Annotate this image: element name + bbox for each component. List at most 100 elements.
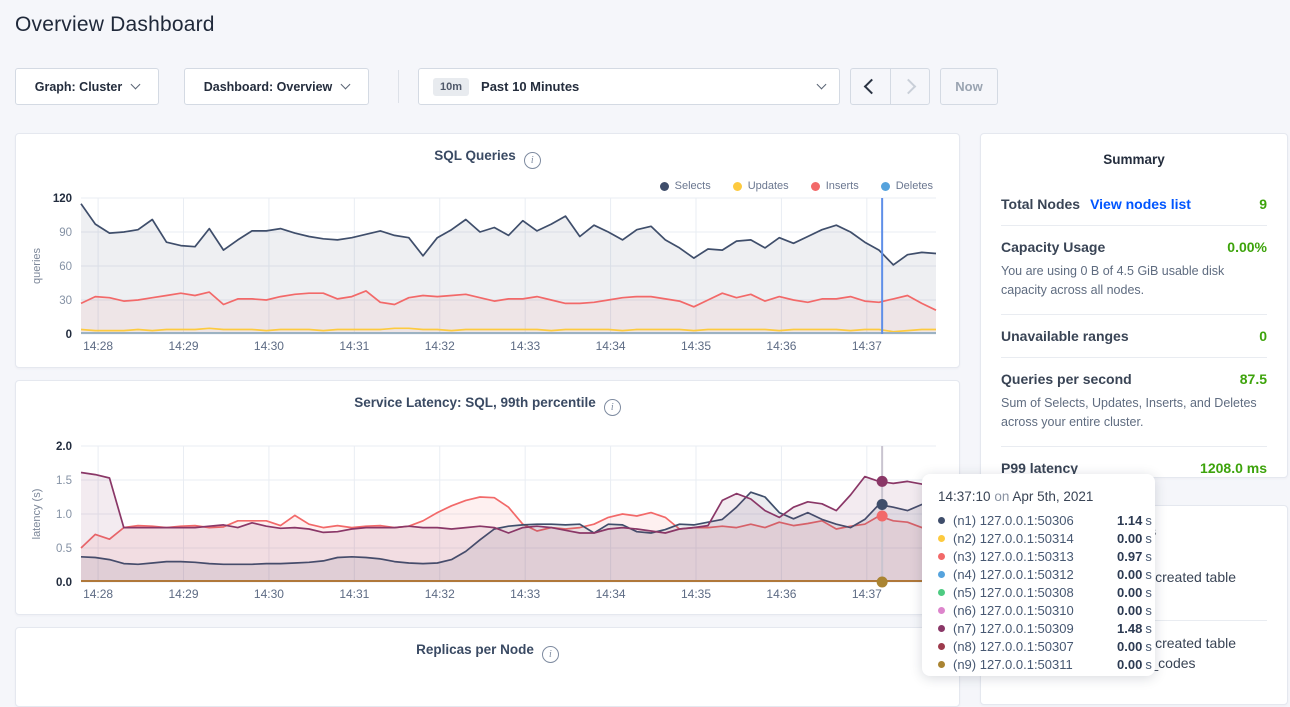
next-time-button[interactable] (890, 69, 930, 104)
node-dot (938, 553, 945, 560)
node-value-unit: s (1145, 567, 1152, 582)
svg-text:14:35: 14:35 (681, 587, 711, 601)
time-range-badge: 10m (433, 78, 469, 96)
tooltip-row: (n6) 127.0.0.1:503100.00s (938, 601, 1155, 619)
chevron-right-icon (900, 79, 916, 95)
node-label: (n5) 127.0.0.1:50308 (953, 585, 1113, 600)
tooltip-header: 14:37:10 on Apr 5th, 2021 (938, 489, 1155, 504)
summary-value: 9 (1259, 196, 1267, 212)
info-icon[interactable]: i (542, 646, 559, 663)
hover-tooltip: 14:37:10 on Apr 5th, 2021 (n1) 127.0.0.1… (922, 474, 1155, 676)
node-value-unit: s (1145, 531, 1152, 546)
summary-row: Queries per second 87.5 Sum of Selects, Up… (1001, 358, 1267, 447)
node-value: 1.14 (1117, 513, 1142, 528)
svg-text:14:33: 14:33 (510, 339, 540, 353)
chevron-down-icon (817, 80, 827, 90)
summary-desc: You are using 0 B of 4.5 GiB usable disk… (1001, 262, 1267, 301)
summary-card: Summary Total Nodes View nodes list 9 Capac… (980, 133, 1288, 478)
node-value-unit: s (1145, 639, 1152, 654)
dashboard-dropdown[interactable]: Dashboard: Overview (184, 68, 369, 105)
tooltip-row: (n1) 127.0.0.1:503061.14s (938, 511, 1155, 529)
node-value: 1.48 (1117, 621, 1142, 636)
summary-row: Capacity Usage 0.00% You are using 0 B of … (1001, 226, 1267, 315)
node-dot (938, 607, 945, 614)
node-dot (938, 589, 945, 596)
node-label: (n4) 127.0.0.1:50312 (953, 567, 1113, 582)
summary-label: Total Nodes (1001, 196, 1080, 212)
view-nodes-link[interactable]: View nodes list (1090, 196, 1191, 212)
node-label: (n1) 127.0.0.1:50306 (953, 513, 1113, 528)
tooltip-row: (n8) 127.0.0.1:503070.00s (938, 637, 1155, 655)
node-label: (n3) 127.0.0.1:50313 (953, 549, 1113, 564)
sql-queries-card: SQL Queriesi SelectsUpdatesInsertsDelete… (15, 133, 960, 368)
tooltip-rows: (n1) 127.0.0.1:503061.14s(n2) 127.0.0.1:… (938, 511, 1155, 673)
time-range-selector[interactable]: 10m Past 10 Minutes (418, 68, 840, 105)
node-label: (n6) 127.0.0.1:50310 (953, 603, 1113, 618)
node-value: 0.00 (1117, 567, 1142, 582)
node-value: 0.00 (1117, 585, 1142, 600)
svg-text:90: 90 (59, 227, 72, 239)
svg-text:14:28: 14:28 (83, 339, 113, 353)
chevron-left-icon (864, 79, 880, 95)
svg-text:14:34: 14:34 (596, 339, 626, 353)
tooltip-row: (n4) 127.0.0.1:50312 0.00s (938, 565, 1155, 583)
svg-text:1.0: 1.0 (56, 509, 72, 521)
chevron-down-icon (131, 80, 141, 90)
node-value-unit: s (1145, 549, 1152, 564)
node-dot (938, 625, 945, 632)
node-dot (938, 643, 945, 650)
svg-text:0.0: 0.0 (56, 577, 72, 589)
dashboard-dropdown-label: Dashboard: Overview (204, 80, 333, 94)
summary-value: 1208.0 ms (1200, 460, 1267, 476)
summary-value: 87.5 (1240, 371, 1267, 387)
summary-row-head: Capacity Usage 0.00% (1001, 239, 1267, 255)
toolbar-divider (398, 70, 399, 103)
replicas-per-node-card: Replicas per Node i (15, 627, 960, 707)
svg-text:14:32: 14:32 (425, 587, 455, 601)
node-value: 0.00 (1117, 639, 1142, 654)
time-step-buttons (850, 68, 930, 105)
tooltip-row: (n2) 127.0.0.1:503140.00s (938, 529, 1155, 547)
summary-value: 0.00% (1227, 239, 1267, 255)
summary-desc: Sum of Selects, Updates, Inserts, and De… (1001, 394, 1267, 433)
node-label: (n7) 127.0.0.1:50309 (953, 621, 1113, 636)
graph-dropdown[interactable]: Graph: Cluster (15, 68, 159, 105)
svg-text:14:32: 14:32 (425, 339, 455, 353)
svg-text:0.5: 0.5 (56, 543, 72, 555)
node-value: 0.00 (1117, 531, 1142, 546)
page-title: Overview Dashboard (15, 13, 215, 37)
summary-label: Queries per second (1001, 371, 1132, 387)
tooltip-row: (n5) 127.0.0.1:503080.00s (938, 583, 1155, 601)
graph-dropdown-label: Graph: Cluster (35, 80, 123, 94)
node-dot (938, 661, 945, 668)
svg-text:1.5: 1.5 (56, 475, 72, 487)
chart-title-text: Replicas per Node (416, 642, 534, 657)
node-label: (n9) 127.0.0.1:50311 (953, 657, 1113, 672)
svg-text:14:29: 14:29 (168, 587, 198, 601)
prev-time-button[interactable] (851, 69, 890, 104)
svg-text:14:34: 14:34 (596, 587, 626, 601)
summary-label: Unavailable ranges (1001, 328, 1129, 344)
svg-text:14:37: 14:37 (852, 339, 882, 353)
tooltip-row: (n9) 127.0.0.1:503110.00s (938, 655, 1155, 673)
tooltip-row: (n3) 127.0.0.1:503130.97s (938, 547, 1155, 565)
node-dot (938, 571, 945, 578)
now-button[interactable]: Now (940, 68, 998, 105)
service-latency-card: Service Latency: SQL, 99th percentilei 1… (15, 380, 960, 615)
summary-value: 0 (1259, 328, 1267, 344)
summary-label: Capacity Usage (1001, 239, 1105, 255)
chart-title: Replicas per Node i (16, 642, 959, 663)
node-dot (938, 535, 945, 542)
tooltip-row: (n7) 127.0.0.1:503091.48s (938, 619, 1155, 637)
summary-row-head: Total Nodes View nodes list 9 (1001, 196, 1267, 212)
summary-rows: Total Nodes View nodes list 9 Capacity Usag… (981, 183, 1287, 489)
sql-queries-chart[interactable]: 14:2814:2914:3014:3114:3214:3314:3414:35… (16, 134, 959, 367)
summary-row-head: Queries per second 87.5 (1001, 371, 1267, 387)
service-latency-chart[interactable]: 14:2814:2914:3014:3114:3214:3314:3414:35… (16, 381, 959, 614)
svg-text:120: 120 (53, 193, 72, 205)
summary-title: Summary (981, 134, 1287, 167)
svg-text:14:31: 14:31 (339, 339, 369, 353)
svg-text:2.0: 2.0 (56, 441, 72, 453)
svg-text:14:36: 14:36 (766, 587, 796, 601)
node-value-unit: s (1145, 657, 1152, 672)
